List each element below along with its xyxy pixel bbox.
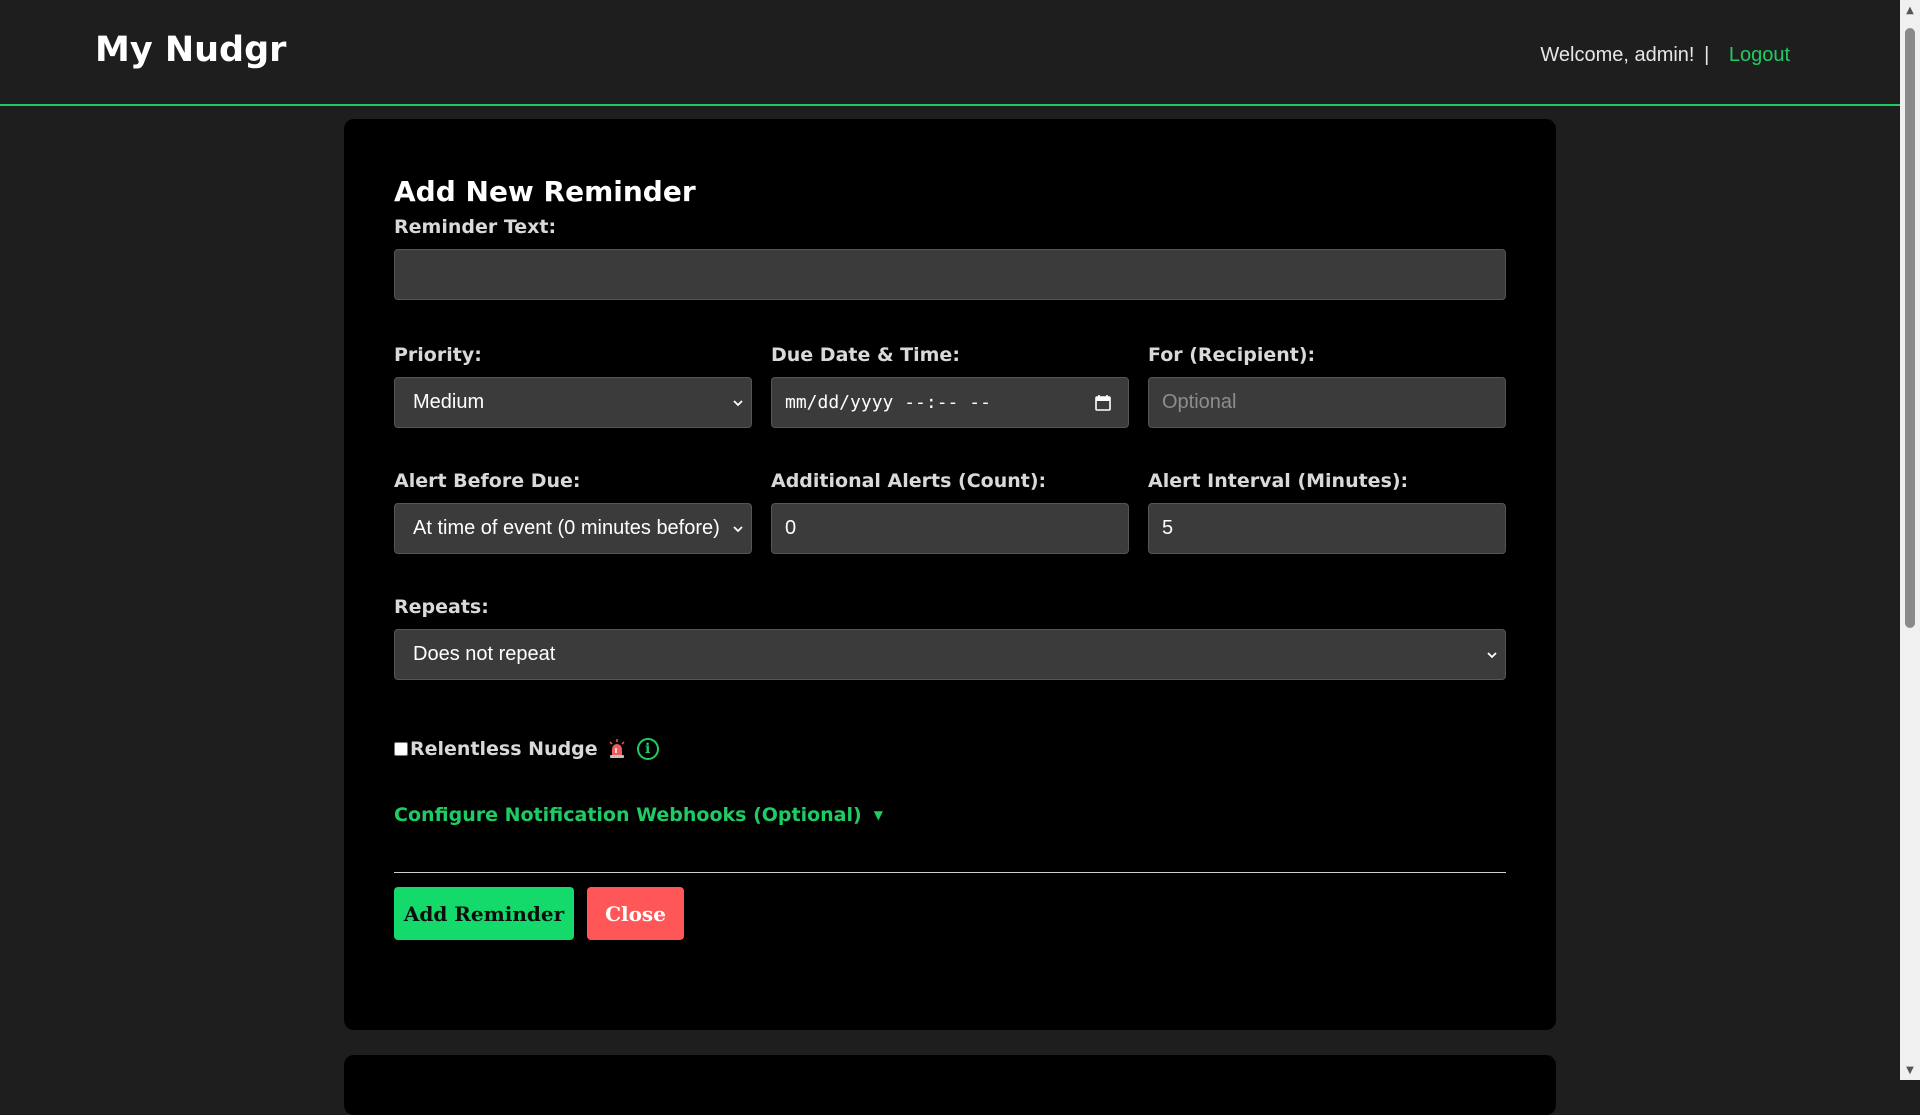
repeats-select[interactable]: Does not repeat (394, 629, 1506, 680)
alert-before-value: At time of event (0 minutes before) (413, 517, 720, 539)
chevron-down-icon (733, 525, 743, 532)
user-area: Welcome, admin! | Logout (1540, 44, 1790, 67)
welcome-text: Welcome, admin! (1540, 44, 1695, 66)
alert-interval-input[interactable]: 5 (1148, 503, 1506, 554)
relentless-nudge-checkbox[interactable] (394, 742, 408, 756)
due-date-input[interactable]: mm/dd/yyyy --:-- -- (771, 377, 1129, 428)
alerts-row: Alert Before Due: At time of event (0 mi… (394, 470, 1506, 554)
vertical-scrollbar[interactable]: ▲ ▼ (1900, 0, 1920, 1080)
additional-alerts-input[interactable]: 0 (771, 503, 1129, 554)
additional-alerts-label: Additional Alerts (Count): (771, 470, 1047, 492)
alert-before-label: Alert Before Due: (394, 470, 581, 492)
divider (394, 872, 1506, 873)
scroll-down-arrow-icon[interactable]: ▼ (1900, 1060, 1920, 1080)
close-button[interactable]: Close (587, 887, 684, 940)
due-date-placeholder: mm/dd/yyyy --:-- -- (785, 392, 991, 413)
add-reminder-button[interactable]: Add Reminder (394, 887, 574, 940)
top-header: My Nudgr Welcome, admin! | Logout (0, 0, 1900, 106)
form-buttons: Add Reminder Close (394, 887, 1506, 940)
triangle-down-icon: ▼ (873, 808, 883, 822)
logout-link[interactable]: Logout (1729, 44, 1790, 66)
calendar-icon[interactable] (1094, 394, 1112, 412)
repeats-label: Repeats: (394, 596, 489, 618)
relentless-nudge-row: Relentless Nudge i (394, 734, 1506, 764)
separator: | (1704, 44, 1710, 66)
add-reminder-form: Add New Reminder Reminder Text: Priority… (394, 175, 1506, 940)
reminder-text-label: Reminder Text: (394, 216, 557, 238)
scroll-thumb[interactable] (1905, 28, 1915, 628)
priority-value: Medium (413, 391, 485, 413)
form-title: Add New Reminder (394, 175, 696, 208)
reminder-text-input[interactable] (394, 249, 1506, 300)
relentless-nudge-label[interactable]: Relentless Nudge (410, 738, 598, 760)
chevron-down-icon (733, 399, 743, 406)
siren-icon (609, 739, 625, 758)
priority-select[interactable]: Medium (394, 377, 752, 428)
chevron-down-icon (1487, 651, 1497, 658)
repeats-value: Does not repeat (413, 643, 556, 665)
alert-before-select[interactable]: At time of event (0 minutes before) (394, 503, 752, 554)
priority-label: Priority: (394, 344, 482, 366)
alert-interval-label: Alert Interval (Minutes): (1148, 470, 1409, 492)
brand-title: My Nudgr (95, 30, 287, 70)
due-date-label: Due Date & Time: (771, 344, 960, 366)
priority-due-recipient-row: Priority: Medium Due Date & Time: mm/dd/… (394, 344, 1506, 428)
webhooks-label: Configure Notification Webhooks (Optiona… (394, 804, 862, 826)
scroll-up-arrow-icon[interactable]: ▲ (1900, 0, 1920, 20)
recipient-label: For (Recipient): (1148, 344, 1316, 366)
add-reminder-card: Add New Reminder Reminder Text: Priority… (344, 119, 1556, 1030)
next-card (344, 1055, 1556, 1115)
recipient-input[interactable]: Optional (1148, 377, 1506, 428)
webhooks-toggle[interactable]: Configure Notification Webhooks (Optiona… (394, 804, 1506, 826)
info-icon[interactable]: i (636, 738, 659, 760)
